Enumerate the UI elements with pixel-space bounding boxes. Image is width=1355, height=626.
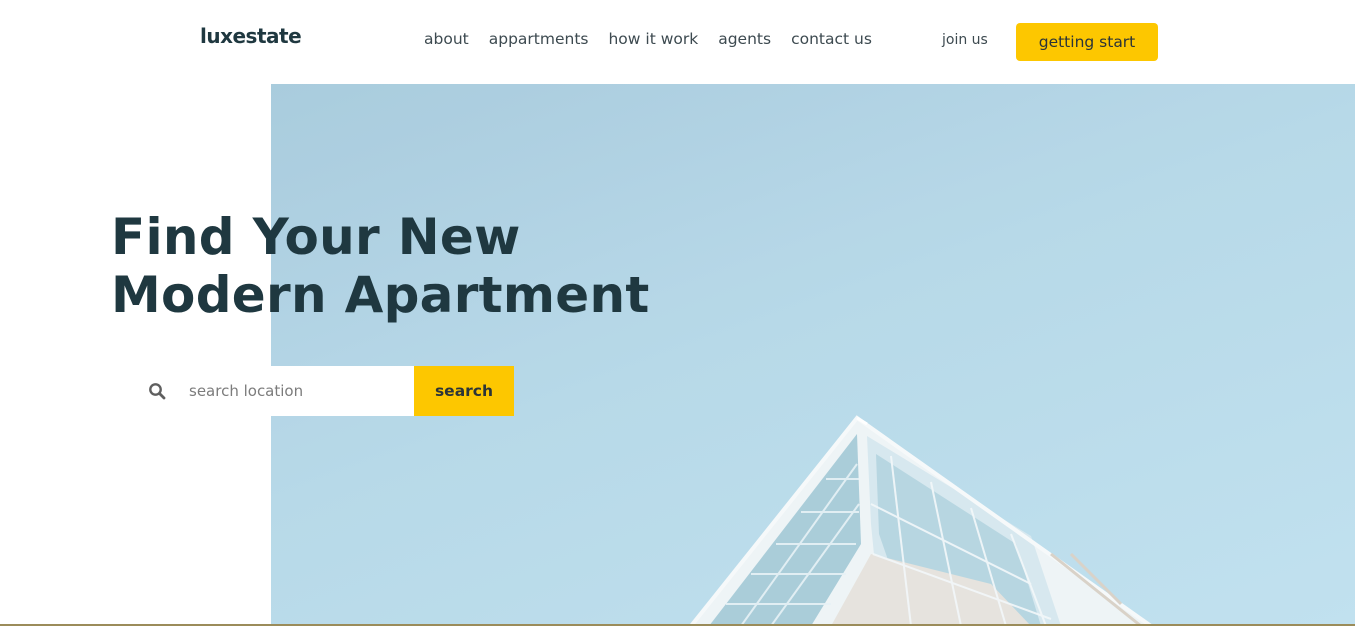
location-search-box: [131, 366, 414, 416]
search-location-input[interactable]: [181, 382, 409, 400]
hero-title-line-1: Find Your New: [111, 208, 521, 266]
nav-agents[interactable]: agents: [718, 30, 771, 48]
hero-building-image: [271, 84, 1355, 626]
landing-page: luxestate about appartments how it work …: [0, 0, 1355, 626]
logo[interactable]: luxestate: [200, 24, 302, 48]
building-illustration: [271, 84, 1355, 626]
join-us-link[interactable]: join us: [942, 32, 988, 48]
nav-appartments[interactable]: appartments: [489, 30, 589, 48]
nav-how-it-work[interactable]: how it work: [608, 30, 698, 48]
nav-about[interactable]: about: [424, 30, 469, 48]
search-icon: [131, 366, 181, 416]
hero-title-line-2: Modern Apartment: [111, 266, 650, 324]
getting-start-button[interactable]: getting start: [1016, 23, 1158, 61]
search-button[interactable]: search: [414, 366, 514, 416]
main-nav: about appartments how it work agents con…: [424, 30, 872, 48]
nav-contact-us[interactable]: contact us: [791, 30, 872, 48]
hero-title: Find Your New Modern Apartment: [111, 208, 650, 324]
